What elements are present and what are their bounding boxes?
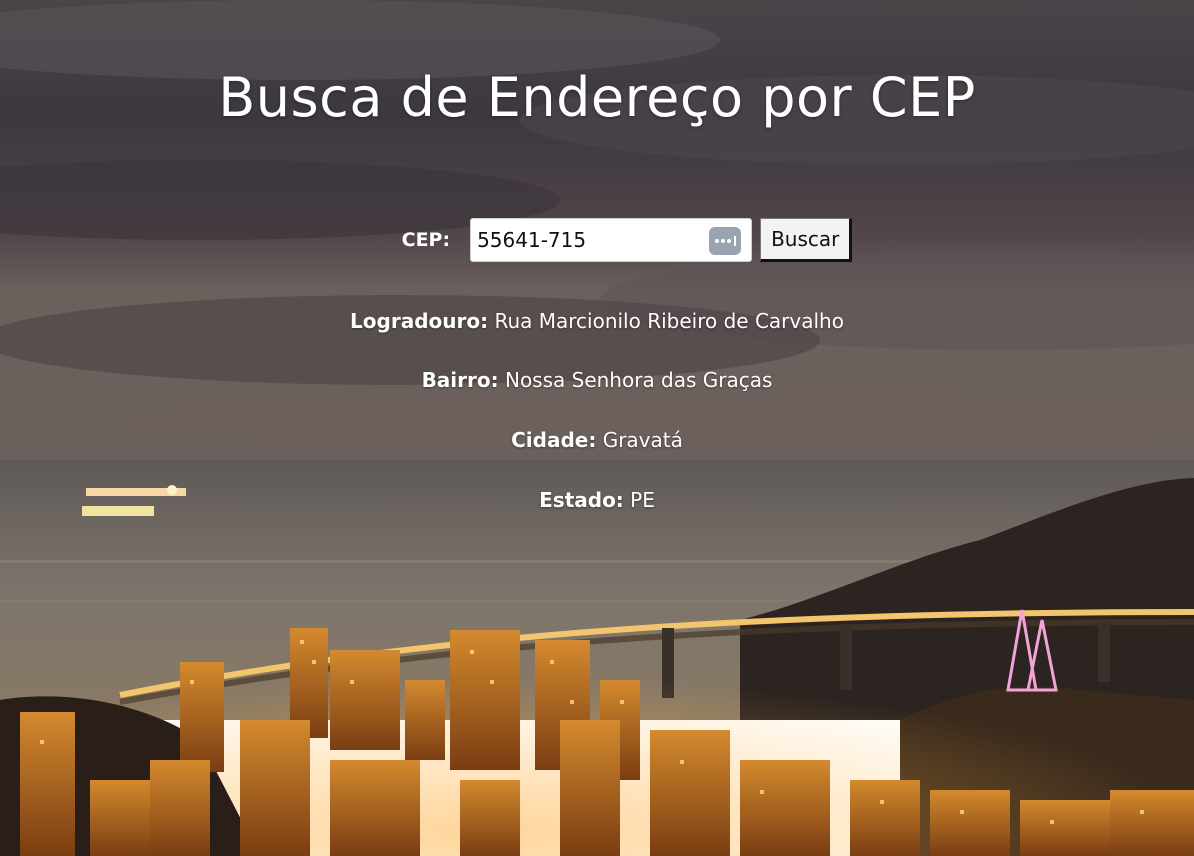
password-dots-icon[interactable] bbox=[709, 227, 742, 255]
cep-input[interactable] bbox=[471, 219, 708, 261]
cidade-label: Cidade: bbox=[511, 428, 597, 452]
result-bairro: Bairro: Nossa Senhora das Graças bbox=[0, 368, 1194, 392]
logradouro-value: Rua Marcionilo Ribeiro de Carvalho bbox=[494, 309, 844, 333]
bairro-label: Bairro: bbox=[421, 368, 499, 392]
cidade-value: Gravatá bbox=[602, 428, 683, 452]
result-logradouro: Logradouro: Rua Marcionilo Ribeiro de Ca… bbox=[0, 309, 1194, 333]
buscar-button[interactable]: Buscar bbox=[760, 218, 853, 262]
bairro-value: Nossa Senhora das Graças bbox=[504, 368, 773, 392]
estado-label: Estado: bbox=[539, 488, 624, 512]
result-estado: Estado: PE bbox=[0, 488, 1194, 512]
page-title: Busca de Endereço por CEP bbox=[218, 66, 976, 129]
estado-value: PE bbox=[630, 488, 655, 512]
cep-search-form: CEP: Buscar bbox=[0, 218, 1194, 262]
logradouro-label: Logradouro: bbox=[350, 309, 489, 333]
result-cidade: Cidade: Gravatá bbox=[0, 428, 1194, 452]
cep-label: CEP: bbox=[401, 229, 451, 251]
cep-input-container[interactable] bbox=[470, 218, 753, 262]
